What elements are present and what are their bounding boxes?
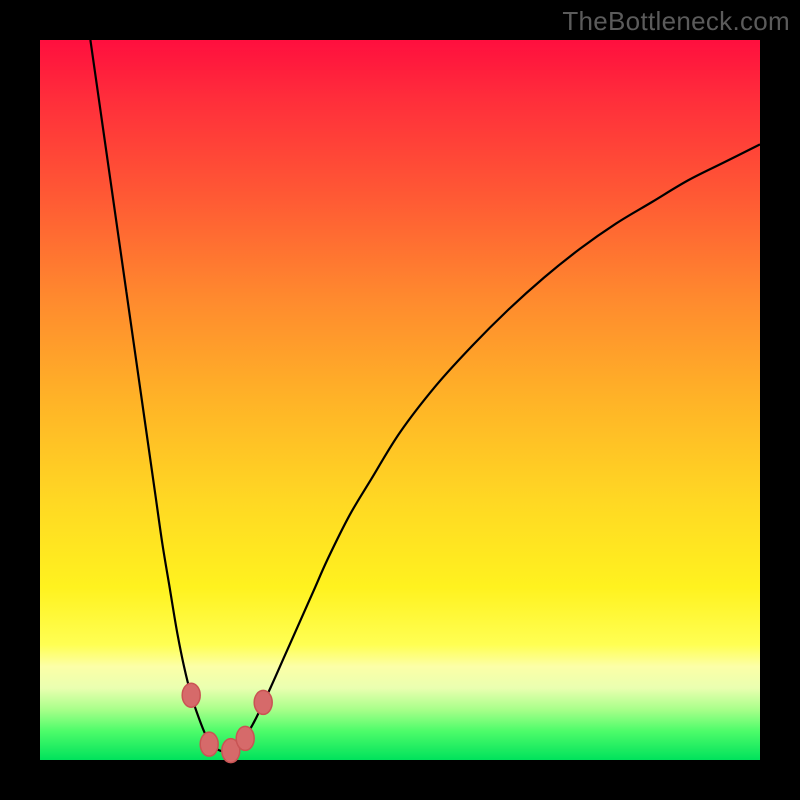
chart-plot-area: [40, 40, 760, 760]
data-marker: [254, 690, 272, 714]
bottleneck-curve: [90, 40, 760, 752]
chart-frame: TheBottleneck.com: [0, 0, 800, 800]
data-marker: [236, 726, 254, 750]
chart-svg: [40, 40, 760, 760]
data-marker: [182, 683, 200, 707]
data-marker: [200, 732, 218, 756]
watermark-text: TheBottleneck.com: [562, 6, 790, 37]
marker-group: [182, 683, 272, 762]
